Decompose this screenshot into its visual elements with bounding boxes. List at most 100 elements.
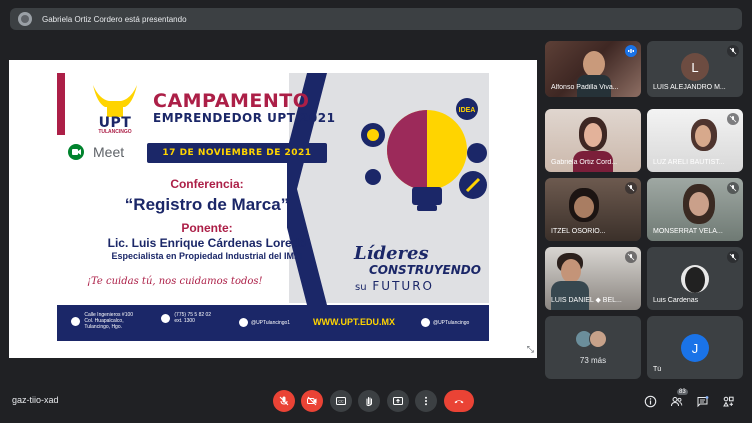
lideres-text: Líderes — [354, 243, 429, 264]
presentation-slide: UPT TULANCINGO CAMPAMENTO EMPRENDEDOR UP… — [57, 73, 489, 341]
end-call-button[interactable] — [444, 390, 474, 412]
lightbulb-brain-illustration: IDEA — [361, 98, 487, 211]
idea-label: IDEA — [459, 107, 476, 114]
participant-name: Tú — [653, 366, 662, 373]
construyendo-text: CONSTRUYENDO — [369, 263, 481, 277]
meeting-details-button[interactable] — [642, 393, 658, 409]
participant-name: ITZEL OSORIO... — [551, 228, 606, 235]
participant-name: Alfonso Padilla Viva... — [551, 84, 619, 91]
participant-tile[interactable]: ITZEL OSORIO... — [545, 178, 641, 241]
mic-off-icon — [727, 45, 739, 57]
address-line-3: Tulancingo, Hgo. — [84, 324, 123, 330]
participant-name: LUIS DANIEL ◆ BEL... — [551, 297, 622, 304]
chat-icon — [697, 395, 708, 407]
avatar-silhouette — [685, 267, 705, 293]
present-now-button[interactable] — [387, 390, 409, 412]
participant-face — [584, 123, 602, 147]
footer-address: Calle Ingenieros #100 Col. Huapalcalco, … — [71, 312, 133, 330]
participant-name: MONSERRAT VELA... — [653, 228, 723, 235]
logo-subtext: TULANCINGO — [98, 129, 132, 135]
more-options-button[interactable] — [415, 390, 437, 412]
speaker-label: Ponente: — [181, 221, 233, 235]
participant-name: LUIS ALEJANDRO M... — [653, 84, 726, 91]
more-participants-tile[interactable]: 73 más — [545, 316, 641, 379]
conference-title: “Registro de Marca” — [124, 195, 290, 214]
mic-off-icon — [279, 396, 289, 406]
raise-hand-button[interactable] — [358, 390, 380, 412]
people-button[interactable]: 83 — [668, 389, 688, 409]
meet-icon — [68, 144, 84, 160]
raise-hand-icon — [366, 397, 372, 407]
location-icon — [71, 316, 80, 326]
avatar — [589, 330, 607, 348]
avatar — [681, 265, 709, 293]
mic-off-icon — [727, 182, 739, 194]
captions-button[interactable]: CC — [330, 390, 352, 412]
slide-maroon-accent — [57, 73, 65, 135]
participant-face — [574, 196, 594, 218]
presenting-bar: Gabriela Ortiz Cordero está presentando — [10, 8, 742, 30]
footer-website: WWW.UPT.EDU.MX — [313, 317, 395, 327]
participant-face — [561, 259, 581, 283]
speaking-indicator-icon — [625, 45, 637, 57]
mic-toggle-button[interactable] — [273, 390, 295, 412]
su-text: su — [355, 282, 367, 293]
futuro-text: FUTURO — [372, 279, 434, 293]
mic-off-icon — [625, 251, 637, 263]
presenting-text: Gabriela Ortiz Cordero está presentando — [42, 14, 187, 24]
participant-name: LUZ ARELI BAUTIST... — [653, 159, 725, 166]
meet-label: Meet — [93, 144, 125, 160]
phone-icon — [161, 313, 170, 323]
participant-tile[interactable]: Gabriela Ortiz Cord... — [545, 109, 641, 172]
people-icon — [670, 396, 682, 406]
participant-face — [583, 51, 605, 77]
meeting-code: gaz-tiio-xad — [12, 395, 59, 405]
participant-name: Gabriela Ortiz Cord... — [551, 159, 618, 166]
participant-tile[interactable]: LUZ ARELI BAUTIST... — [647, 109, 743, 172]
activities-button[interactable] — [720, 393, 736, 409]
avatar: J — [681, 334, 709, 362]
expand-icon[interactable]: ⤡ — [527, 344, 534, 355]
speaker-name: Lic. Luis Enrique Cárdenas Loredo — [107, 236, 307, 250]
camera-toggle-button[interactable] — [301, 390, 323, 412]
activities-icon — [722, 396, 734, 406]
participant-count-badge: 83 — [677, 389, 688, 395]
slide-subtitle: EMPRENDEDOR UPT 2021 — [153, 111, 336, 125]
mic-off-icon — [625, 182, 637, 194]
participant-tile[interactable]: LUIS DANIEL ◆ BEL... — [545, 247, 641, 310]
presenter-avatar — [18, 12, 32, 26]
su-futuro-text: su FUTURO — [355, 279, 434, 293]
end-call-icon — [454, 400, 464, 404]
slogan: ¡Te cuidas tú, nos cuidamos todos! — [87, 276, 263, 287]
info-icon — [644, 395, 656, 407]
chat-button[interactable] — [694, 393, 710, 409]
avatar: L — [681, 53, 709, 81]
twitter-icon — [421, 318, 430, 327]
footer-phone: (775) 75 5 82 02 ext. 1300 — [161, 312, 211, 324]
participant-tile[interactable]: Alfonso Padilla Viva... — [545, 41, 641, 97]
footer-facebook: @UPTulancingo1 — [239, 318, 290, 327]
facebook-handle: @UPTulancingo1 — [251, 319, 291, 326]
participant-tile[interactable]: L LUIS ALEJANDRO M... — [647, 41, 743, 97]
presentation-stage[interactable]: UPT TULANCINGO CAMPAMENTO EMPRENDEDOR UP… — [9, 60, 537, 358]
svg-text:CC: CC — [338, 400, 344, 404]
meet-logo: Meet — [67, 143, 124, 161]
participant-name: Luis Cardenas — [653, 297, 699, 304]
facebook-icon — [239, 318, 248, 327]
date-banner: 17 DE NOVIEMBRE DE 2021 — [147, 143, 327, 163]
participant-tile[interactable]: Luis Cardenas — [647, 247, 743, 310]
bottom-control-bar: gaz-tiio-xad CC 83 — [0, 383, 752, 423]
mic-off-icon — [727, 113, 739, 125]
more-icon — [425, 396, 427, 406]
conference-label: Conferencia: — [170, 177, 244, 191]
participant-face — [689, 192, 709, 216]
speaker-role: Especialista en Propiedad Industrial del… — [111, 251, 303, 261]
participant-face — [695, 125, 711, 147]
participant-tile[interactable]: MONSERRAT VELA... — [647, 178, 743, 241]
twitter-handle: @UPTulancingo — [433, 319, 470, 326]
slide-title: CAMPAMENTO — [153, 90, 310, 112]
footer-twitter: @UPTulancingo — [421, 318, 469, 327]
present-icon — [393, 397, 403, 405]
mic-off-icon — [727, 251, 739, 263]
self-tile[interactable]: J Tú — [647, 316, 743, 379]
